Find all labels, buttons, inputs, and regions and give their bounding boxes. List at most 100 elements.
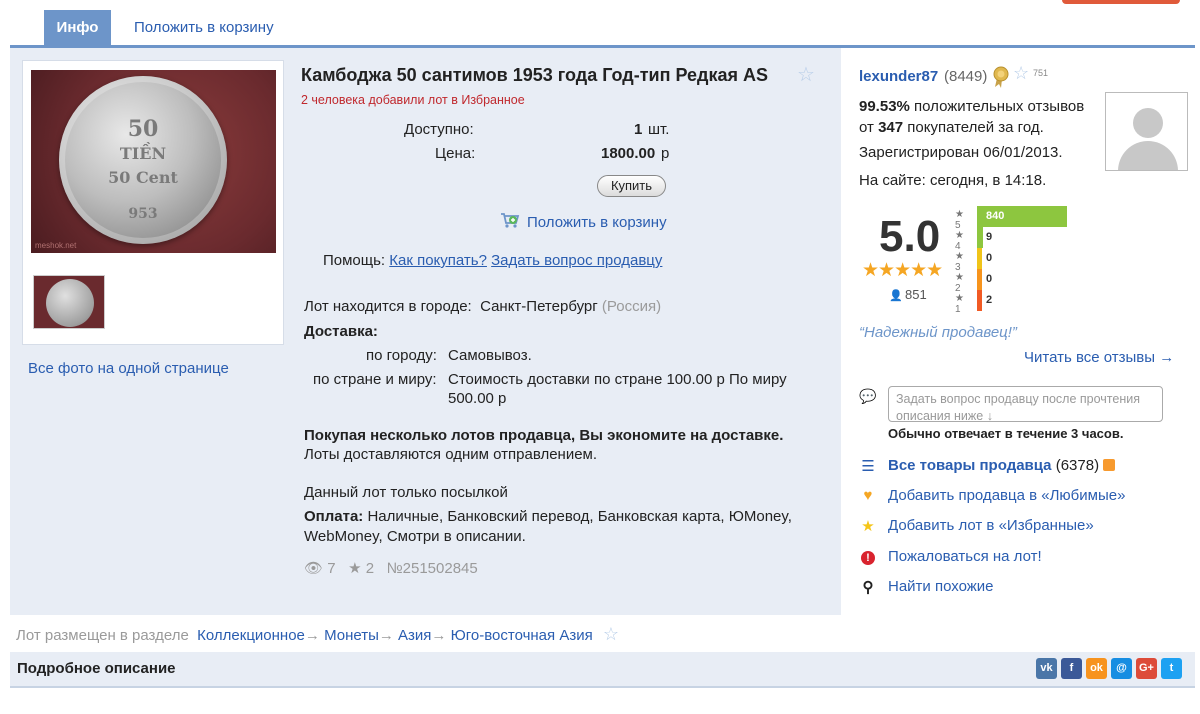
- coin-text-top: 50: [127, 116, 159, 142]
- seller-star-count: 751: [1033, 68, 1049, 78]
- rating-bar-star-label: ★ 3: [955, 251, 964, 273]
- reviews-total: 851: [905, 287, 927, 302]
- breadcrumb-separator: →: [378, 627, 394, 644]
- avatar-body-shape: [1118, 141, 1178, 170]
- favorite-star-icon[interactable]: ☆: [797, 62, 815, 87]
- payment-label: Оплата:: [304, 508, 364, 525]
- star-icon: ★: [861, 518, 875, 535]
- rating-stars-icon: ★★★★★: [862, 260, 943, 281]
- breadcrumb-separator: →: [431, 627, 447, 644]
- breadcrumb-item-coins[interactable]: Монеты: [324, 627, 379, 644]
- all-photos-link[interactable]: Все фото на одной странице: [28, 360, 229, 377]
- payment-info: Оплата: Наличные, Банковский перевод, Ба…: [304, 507, 814, 547]
- rating-bar-value: 2: [986, 294, 993, 306]
- city-label: Лот находится в городе:: [304, 298, 472, 315]
- rating-bar-value: 0: [986, 273, 993, 285]
- rating-bar-star-label: ★ 5: [955, 209, 964, 231]
- mailru-icon[interactable]: @: [1111, 658, 1132, 679]
- star-count-icon: ★: [348, 560, 362, 577]
- breadcrumb-item-collectibles[interactable]: Коллекционное: [197, 627, 305, 644]
- coin-text-year: 953: [128, 206, 158, 222]
- delivery-world-label: по стране и миру:: [313, 371, 437, 388]
- delivery-city-value: Самовывоз.: [448, 347, 532, 364]
- payment-value: Наличные, Банковский перевод, Банковская…: [304, 508, 792, 545]
- help-label: Помощь:: [323, 252, 386, 269]
- city-value: Санкт-Петербург: [480, 298, 598, 315]
- ask-seller-link[interactable]: Задать вопрос продавцу: [491, 252, 662, 269]
- tab-add-to-cart[interactable]: Положить в корзину: [134, 10, 274, 45]
- from-label: от: [859, 119, 874, 136]
- medal-icon: [993, 66, 1009, 88]
- breadcrumb-prefix: Лот размещен в разделе: [16, 627, 189, 644]
- lot-number: №251502845: [386, 560, 478, 577]
- chat-bubble-icon: 💬: [859, 388, 877, 404]
- list-icon: ☰: [861, 458, 875, 475]
- buy-button[interactable]: Купить: [597, 175, 666, 197]
- vk-icon[interactable]: vk: [1036, 658, 1057, 679]
- country-value: (Россия): [601, 298, 662, 315]
- available-unit: шт.: [648, 121, 670, 138]
- photo-thumbnail[interactable]: [33, 275, 105, 329]
- registered-date: Зарегистрирован 06/01/2013.: [859, 144, 1063, 161]
- rating-bar-star-label: ★ 2: [955, 272, 964, 294]
- buyers-count: 347: [878, 119, 904, 136]
- twitter-icon[interactable]: t: [1161, 658, 1182, 679]
- last-online: На сайте: сегодня, в 14:18.: [859, 172, 1047, 189]
- googleplus-icon[interactable]: G+: [1136, 658, 1157, 679]
- price-value: 1800.00: [601, 145, 656, 162]
- favorites-note: 2 человека добавили лот в Избранное: [301, 93, 525, 107]
- add-favorite-seller-link[interactable]: Добавить продавца в «Любимые»: [888, 487, 1125, 504]
- seller-star-icon[interactable]: ☆: [1013, 63, 1029, 84]
- rating-bar-star-label: ★ 1: [955, 293, 964, 315]
- lot-location: Лот находится в городе: Санкт-Петербург …: [304, 298, 661, 315]
- available-label: Доступно:: [404, 121, 474, 138]
- coin-text-mid: TIỀN: [119, 144, 167, 163]
- breadcrumb-item-asia[interactable]: Азия: [398, 627, 431, 644]
- rating-bar-axis: [977, 290, 982, 311]
- rss-icon[interactable]: [1103, 459, 1116, 471]
- avatar[interactable]: [1105, 92, 1188, 171]
- facebook-icon[interactable]: f: [1061, 658, 1082, 679]
- all-items-link[interactable]: Все товары продавца: [888, 457, 1052, 474]
- views-count: 7: [327, 560, 336, 577]
- seller-name-link[interactable]: lexunder87: [859, 68, 938, 85]
- parcel-note: Данный лот только посылкой: [304, 484, 508, 501]
- photo-gallery: 50 TIỀN 50 Cent 953 meshok.net: [22, 60, 284, 345]
- how-to-buy-link[interactable]: Как покупать?: [389, 252, 487, 269]
- description-title: Подробное описание: [17, 660, 176, 677]
- available-value: 1: [634, 121, 643, 138]
- ask-seller-input[interactable]: Задать вопрос продавцу после прочтения о…: [888, 386, 1163, 422]
- find-similar-link[interactable]: Найти похожие: [888, 578, 994, 595]
- avatar-head-shape: [1133, 108, 1163, 138]
- read-all-reviews-link[interactable]: Читать все отзывы →: [1024, 349, 1174, 366]
- add-to-cart-link[interactable]: Положить в корзину: [527, 214, 667, 231]
- lot-stats: 👁 7 ★ 2 №251502845: [304, 559, 478, 577]
- photo-watermark: meshok.net: [35, 241, 77, 250]
- breadcrumb-item-southeast-asia[interactable]: Юго-восточная Азия: [451, 627, 593, 644]
- odnoklassniki-icon[interactable]: ok: [1086, 658, 1107, 679]
- help-row: Помощь: Как покупать? Задать вопрос прод…: [323, 252, 662, 269]
- breadcrumb: Лот размещен в разделе Коллекционное → Мо…: [16, 624, 619, 645]
- reply-time: Обычно отвечает в течение 3 часов.: [888, 426, 1124, 441]
- tab-info[interactable]: Инфо: [44, 10, 111, 45]
- rating-bar-axis: [977, 269, 982, 290]
- positive-feedback: 99.53% положительных отзывов: [859, 98, 1084, 115]
- delivery-city-label: по городу:: [366, 347, 437, 364]
- price-currency: р: [661, 145, 670, 162]
- positive-percent: 99.53%: [859, 98, 910, 115]
- add-favorite-lot-link[interactable]: Добавить лот в «Избранные»: [888, 517, 1094, 534]
- heart-icon: ♥: [863, 487, 873, 504]
- search-icon: ⚲: [862, 579, 874, 596]
- coin-text-bottom: 50 Cent: [108, 168, 178, 187]
- lot-title: Камбоджа 50 сантимов 1953 года Год-тип Р…: [301, 65, 769, 85]
- description-bar: Подробное описание vk f ok @ G+ t: [10, 652, 1195, 688]
- main-photo[interactable]: 50 TIỀN 50 Cent 953 meshok.net: [31, 70, 276, 253]
- category-favorite-star-icon[interactable]: ☆: [603, 624, 619, 644]
- combined-shipping-note: Покупая несколько лотов продавца, Вы эко…: [304, 427, 784, 444]
- stars-count: 2: [365, 560, 375, 577]
- seller-feedback-count: (8449): [944, 68, 988, 85]
- top-accent-bar: [1062, 0, 1180, 4]
- tab-bar: Инфо Положить в корзину: [10, 10, 1195, 48]
- report-link[interactable]: Пожаловаться на лот!: [888, 548, 1042, 565]
- rating-score: 5.0: [879, 212, 941, 261]
